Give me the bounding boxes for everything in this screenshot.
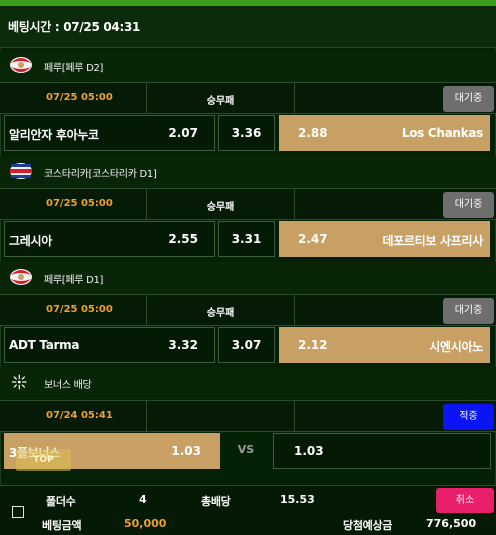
home-team-name: 그레시아 (9, 234, 52, 248)
game-time: 07/24 05:41 (46, 410, 113, 421)
costa-rica-flag-icon (10, 163, 32, 179)
away-odds-button[interactable]: 2.12 시엔시아노 (279, 327, 490, 363)
league-row: 페루[페루 D2] (0, 50, 496, 82)
league-row: 코스타리카[코스타리카 D1] (0, 156, 496, 188)
game-info-strip: 07/25 05:00 승무패 대기중 (0, 188, 496, 220)
bonus-odds: 1.03 (171, 444, 201, 458)
draw-odds: 3.31 (231, 232, 262, 246)
away-odds: 2.88 (298, 126, 328, 140)
expected-win: 776,500 (426, 517, 477, 530)
game-info-strip: 07/24 05:41 적중 (0, 400, 496, 432)
away-odds: 2.12 (298, 338, 328, 352)
home-odds: 3.32 (168, 338, 198, 352)
total-odds-label: 총배당 (201, 495, 231, 508)
bonus-right-odds: 1.03 (273, 433, 491, 469)
bonus-league-row: 보너스 배당 (0, 367, 496, 399)
status-badge: 적중 (443, 404, 494, 430)
folder-count-label: 폴더수 (46, 495, 76, 508)
away-team-name: 데포르티보 사프리사 (382, 234, 483, 248)
market-type: 승무패 (206, 96, 235, 107)
odds-row: 그레시아 2.55 3.31 2.47 데포르티보 사프리사 (0, 221, 496, 259)
status-badge: 대기중 (443, 86, 494, 112)
game-time: 07/25 05:00 (46, 92, 113, 103)
league-name: 코스타리카[코스타리카 D1] (44, 169, 157, 180)
total-odds: 15.53 (280, 493, 315, 506)
game-time: 07/25 05:00 (46, 198, 113, 209)
game-info-strip: 07/25 05:00 승무패 대기중 (0, 82, 496, 114)
game-info-strip: 07/25 05:00 승무패 대기중 (0, 294, 496, 326)
expected-win-label: 당첨예상금 (343, 519, 393, 532)
betting-time-header: 베팅시간 : 07/25 04:31 (0, 6, 496, 48)
vs-label: VS (237, 443, 255, 456)
draw-odds-button[interactable]: 3.07 (218, 327, 275, 363)
league-name: 보너스 배당 (44, 380, 92, 391)
game-time: 07/25 05:00 (46, 304, 113, 315)
away-odds-button[interactable]: 2.88 Los Chankas (279, 115, 490, 151)
home-odds-button[interactable]: 알리안자 후아누코 2.07 (4, 115, 215, 151)
draw-odds: 3.07 (231, 338, 262, 352)
status-badge: 대기중 (443, 192, 494, 218)
select-checkbox[interactable] (12, 506, 24, 518)
league-name: 페루[페루 D2] (44, 63, 104, 74)
market-type: 승무패 (206, 202, 235, 213)
bet-amount: 50,000 (124, 517, 167, 530)
betting-time: 베팅시간 : 07/25 04:31 (8, 20, 141, 34)
folder-count: 4 (139, 493, 147, 506)
home-odds: 2.07 (168, 126, 198, 140)
peru-flag-icon (10, 57, 32, 73)
market-type: 승무패 (206, 308, 235, 319)
odds-row: ADT Tarma 3.32 3.07 2.12 시엔시아노 (0, 327, 496, 365)
away-team-name: Los Chankas (401, 126, 483, 140)
home-team-name: ADT Tarma (9, 338, 80, 352)
home-team-name: 알리안자 후아누코 (9, 128, 99, 142)
cancel-button[interactable]: 취소 (436, 488, 494, 513)
bet-summary: 폴더수 4 총배당 15.53 취소 베팅금액 50,000 당첨예상금 776… (0, 485, 496, 535)
away-team-name: 시엔시아노 (429, 340, 483, 354)
home-odds: 2.55 (168, 232, 198, 246)
odds-row: 알리안자 후아누코 2.07 3.36 2.88 Los Chankas (0, 115, 496, 153)
draw-odds-button[interactable]: 3.36 (218, 115, 275, 151)
league-row: 페루[페루 D1] (0, 262, 496, 294)
status-badge: 대기중 (443, 298, 494, 324)
bet-amount-label: 베팅금액 (42, 519, 82, 532)
bonus-right-value: 1.03 (294, 444, 324, 458)
scroll-top-button[interactable]: TOP (16, 449, 71, 471)
home-odds-button[interactable]: 그레시아 2.55 (4, 221, 215, 257)
bonus-odds-row: 3폴보너스 1.03 VS 1.03 (0, 433, 496, 471)
peru-flag-icon (10, 269, 32, 285)
bonus-sparkle-icon (11, 374, 27, 390)
away-odds-button[interactable]: 2.47 데포르티보 사프리사 (279, 221, 490, 257)
draw-odds-button[interactable]: 3.31 (218, 221, 275, 257)
league-name: 페루[페루 D1] (44, 275, 104, 286)
home-odds-button[interactable]: ADT Tarma 3.32 (4, 327, 215, 363)
away-odds: 2.47 (298, 232, 328, 246)
draw-odds: 3.36 (231, 126, 262, 140)
